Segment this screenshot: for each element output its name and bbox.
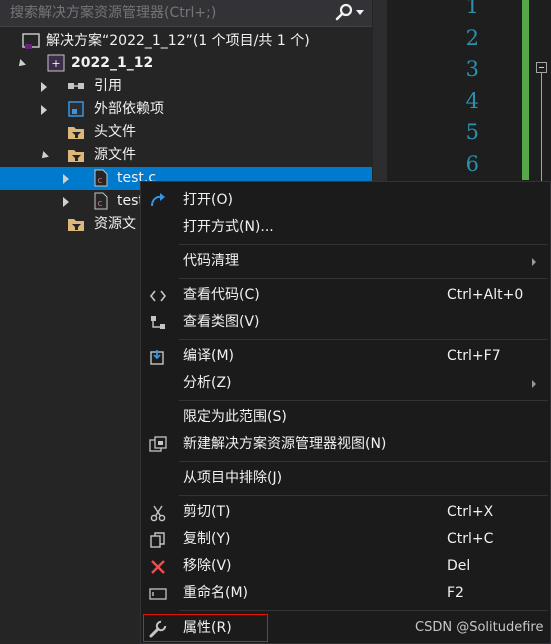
svg-text:+: + xyxy=(51,57,60,70)
menu-item-label: 编译(M) xyxy=(183,348,235,364)
filter-folder-open-icon xyxy=(68,150,84,162)
tree-item-label: 2022_1_12 xyxy=(71,55,154,71)
watermark: CSDN @Solitudefire xyxy=(415,620,544,635)
menu-item-shortcut: Ctrl+X xyxy=(447,504,494,520)
menu-item-analyze[interactable]: 分析(Z) xyxy=(141,370,550,397)
menu-item-label: 移除(V) xyxy=(183,558,232,574)
tree-item-header-files[interactable]: 头文件 xyxy=(0,121,374,144)
line-number: 5 xyxy=(465,120,479,144)
menu-item-shortcut: F2 xyxy=(447,585,464,601)
filter-folder-icon xyxy=(68,127,84,139)
menu-item-shortcut: Ctrl+F7 xyxy=(447,348,501,364)
search-icon[interactable] xyxy=(333,2,355,24)
svg-text:c: c xyxy=(98,199,103,209)
tree-item-label: 引用 xyxy=(94,78,122,94)
menu-item-scope-to-this[interactable]: 限定为此范围(S) xyxy=(141,404,550,431)
tree-item-source-files[interactable]: 源文件 xyxy=(0,144,374,167)
menu-item-new-explorer-view[interactable]: 新建解决方案资源管理器视图(N) xyxy=(141,431,550,458)
tree-item-label: 外部依赖项 xyxy=(94,101,164,117)
change-indicator-bar xyxy=(522,0,529,180)
tree-item-label: 源文件 xyxy=(94,147,136,163)
new-view-icon xyxy=(149,436,167,452)
delete-x-icon xyxy=(151,560,165,574)
menu-separator xyxy=(179,339,548,340)
menu-item-open[interactable]: 打开(O) xyxy=(141,187,550,214)
tree-item-project[interactable]: + 2022_1_12 xyxy=(0,52,374,75)
search-input[interactable] xyxy=(0,0,330,26)
menu-item-exclude-from-project[interactable]: 从项目中排除(J) xyxy=(141,465,550,492)
tree-item-external-dependencies[interactable]: 外部依赖项 xyxy=(0,98,374,121)
menu-separator xyxy=(179,610,548,611)
menu-item-label: 重命名(M) xyxy=(183,585,249,601)
menu-item-label: 限定为此范围(S) xyxy=(183,409,287,425)
expanded-arrow-icon[interactable] xyxy=(40,144,50,167)
menu-item-label: 复制(Y) xyxy=(183,531,231,547)
menu-separator xyxy=(179,278,548,279)
scissors-icon xyxy=(150,505,166,522)
menu-separator xyxy=(179,461,548,462)
menu-item-shortcut: Del xyxy=(447,558,471,574)
menu-item-label: 查看类图(V) xyxy=(183,314,260,330)
submenu-arrow-icon xyxy=(532,380,536,388)
line-number: 2 xyxy=(465,26,479,50)
line-number: 1 xyxy=(465,0,479,18)
line-number: 4 xyxy=(465,89,479,113)
c-source-file-icon: c xyxy=(94,192,108,210)
menu-item-remove[interactable]: 移除(V) Del xyxy=(141,553,550,580)
search-options-dropdown-icon[interactable] xyxy=(356,10,364,15)
context-menu: 打开(O) 打开方式(N)... 代码清理 查看代码(C) Ctrl+Alt+0… xyxy=(140,181,551,644)
outline-guide-line xyxy=(541,73,542,183)
code-brackets-icon xyxy=(149,290,167,302)
references-icon xyxy=(68,83,84,89)
compile-icon xyxy=(150,350,164,365)
menu-item-shortcut: Ctrl+Alt+0 xyxy=(447,287,524,303)
menu-separator xyxy=(179,495,548,496)
menu-item-view-class-diagram[interactable]: 查看类图(V) xyxy=(141,309,550,336)
expanded-arrow-icon[interactable] xyxy=(17,52,27,75)
menu-item-label: 打开(O) xyxy=(183,192,233,208)
menu-item-label: 代码清理 xyxy=(183,253,239,269)
outline-collapse-icon[interactable] xyxy=(536,62,547,73)
external-dependencies-icon xyxy=(68,101,84,117)
menu-separator xyxy=(179,244,548,245)
menu-item-label: 新建解决方案资源管理器视图(N) xyxy=(183,436,387,452)
tree-item-label: 解决方案“2022_1_12”(1 个项目/共 1 个) xyxy=(46,33,310,49)
solution-icon xyxy=(22,33,40,49)
menu-item-cut[interactable]: 剪切(T) Ctrl+X xyxy=(141,499,550,526)
menu-item-copy[interactable]: 复制(Y) Ctrl+C xyxy=(141,526,550,553)
menu-item-code-cleanup[interactable]: 代码清理 xyxy=(141,248,550,275)
rename-icon xyxy=(149,588,167,600)
tree-item-solution[interactable]: 解决方案“2022_1_12”(1 个项目/共 1 个) xyxy=(0,30,374,53)
menu-separator xyxy=(179,400,548,401)
cpp-project-icon: + xyxy=(47,54,65,72)
menu-item-view-code[interactable]: 查看代码(C) Ctrl+Alt+0 xyxy=(141,282,550,309)
svg-text:c: c xyxy=(98,176,103,186)
menu-item-label: 查看代码(C) xyxy=(183,287,260,303)
highlight-annotation-box xyxy=(143,614,268,642)
tree-item-references[interactable]: 引用 xyxy=(0,75,374,98)
menu-item-open-with[interactable]: 打开方式(N)... xyxy=(141,214,550,241)
collapsed-arrow-icon[interactable] xyxy=(62,167,72,190)
class-diagram-icon xyxy=(151,316,165,329)
copy-icon xyxy=(150,532,165,548)
line-number: 3 xyxy=(465,57,479,81)
collapsed-arrow-icon[interactable] xyxy=(40,75,50,98)
line-number: 6 xyxy=(465,152,479,176)
tree-item-label: 资源文 xyxy=(94,216,136,232)
search-bar xyxy=(0,0,372,27)
menu-item-label: 打开方式(N)... xyxy=(183,219,274,235)
tree-item-label: 头文件 xyxy=(94,124,136,140)
filter-folder-icon xyxy=(68,219,84,231)
menu-item-shortcut: Ctrl+C xyxy=(447,531,494,547)
submenu-arrow-icon xyxy=(532,258,536,266)
menu-item-label: 剪切(T) xyxy=(183,504,231,520)
menu-item-label: 从项目中排除(J) xyxy=(183,470,283,486)
c-source-file-icon: c xyxy=(94,169,108,187)
menu-item-label: 分析(Z) xyxy=(183,375,232,391)
menu-item-rename[interactable]: 重命名(M) F2 xyxy=(141,580,550,607)
menu-item-compile[interactable]: 编译(M) Ctrl+F7 xyxy=(141,343,550,370)
collapsed-arrow-icon[interactable] xyxy=(40,98,50,121)
open-arrow-icon xyxy=(151,193,165,207)
collapsed-arrow-icon[interactable] xyxy=(62,190,72,213)
